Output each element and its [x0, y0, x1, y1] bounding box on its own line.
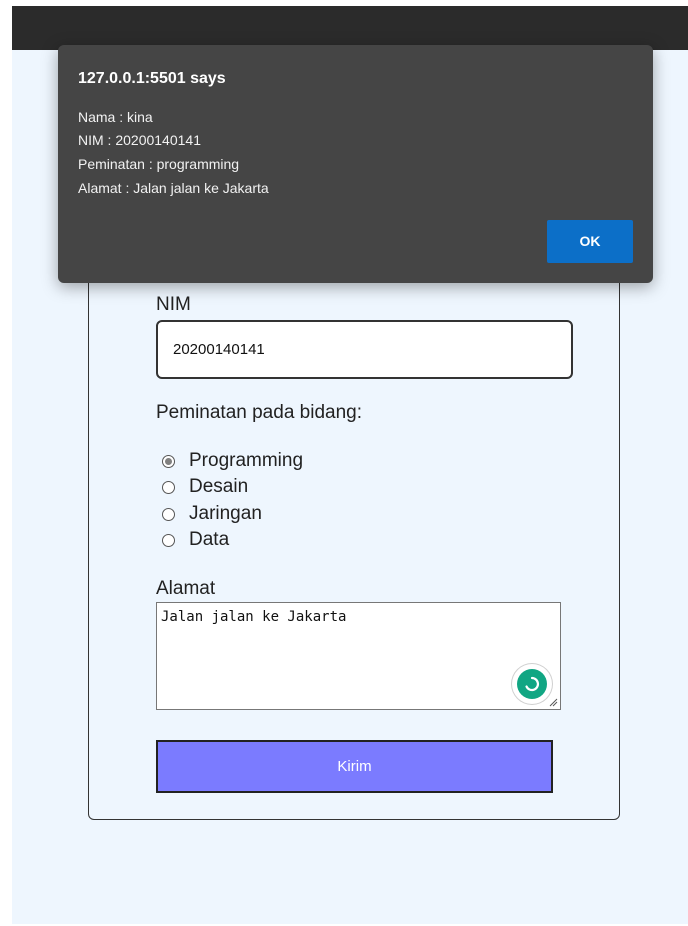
radio-button-checked[interactable] [162, 454, 175, 468]
radio-button[interactable] [162, 480, 175, 494]
radio-option-jaringan[interactable]: Jaringan [162, 501, 262, 527]
radio-button[interactable] [162, 507, 175, 521]
grammarly-icon-inner [517, 669, 547, 699]
address-textarea[interactable]: Jalan jalan ke Jakarta [156, 602, 561, 710]
nim-label: NIM [156, 294, 191, 315]
radio-option-desain[interactable]: Desain [162, 474, 248, 500]
radio-label-data: Data [189, 529, 230, 550]
address-label: Alamat [156, 578, 216, 599]
interest-label: Peminatan pada bidang: [156, 402, 362, 423]
radio-label-desain: Desain [189, 476, 249, 497]
radio-option-data[interactable]: Data [162, 527, 229, 553]
radio-label-jaringan: Jaringan [189, 503, 262, 524]
alert-line-nim: NIM : 20200140141 [78, 132, 201, 148]
resize-grip-icon[interactable] [548, 697, 558, 707]
nim-input[interactable]: 20200140141 [156, 320, 573, 379]
ok-button[interactable]: OK [547, 220, 633, 263]
grammarly-icon[interactable] [512, 664, 552, 704]
alert-line-alamat: Alamat : Jalan jalan ke Jakarta [78, 180, 269, 196]
radio-option-programming[interactable]: Programming [162, 448, 303, 474]
alert-line-nama: Nama : kina [78, 109, 153, 125]
alert-line-peminatan: Peminatan : programming [78, 156, 240, 172]
browser-top-bar [12, 6, 688, 50]
submit-button[interactable]: Kirim [156, 740, 553, 793]
spinner-icon [525, 676, 540, 692]
alert-dialog: 127.0.0.1:5501 says Nama : kina NIM : 20… [58, 45, 653, 283]
alert-title: 127.0.0.1:5501 says [78, 70, 226, 87]
address-text: Jalan jalan ke Jakarta [161, 609, 347, 625]
radio-button[interactable] [162, 533, 175, 547]
radio-label-programming: Programming [189, 450, 304, 471]
